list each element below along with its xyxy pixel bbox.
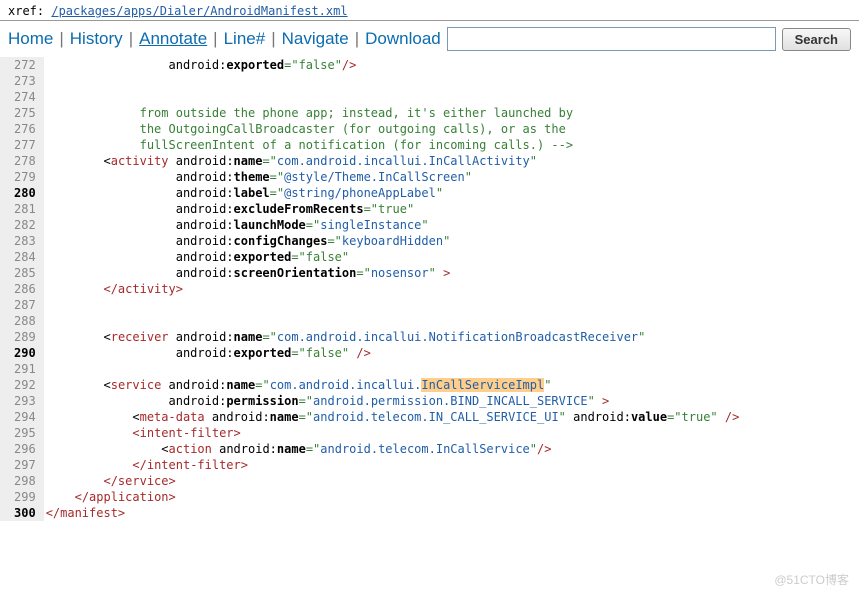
code-line: from outside the phone app; instead, it'…: [46, 105, 740, 121]
code-line: android:configChanges="keyboardHidden": [46, 233, 740, 249]
code-line: <meta-data android:name="android.telecom…: [46, 409, 740, 425]
line-number[interactable]: 293: [14, 393, 36, 409]
code-line: android:exported="false" />: [46, 345, 740, 361]
search-input[interactable]: [447, 27, 776, 51]
code-view: 2722732742752762772782792802812822832842…: [0, 57, 859, 521]
line-number[interactable]: 281: [14, 201, 36, 217]
line-number[interactable]: 278: [14, 153, 36, 169]
nav-home[interactable]: Home: [8, 29, 53, 49]
code-line: android:exported="false"/>: [46, 57, 740, 73]
xref-label: xref: [8, 4, 37, 18]
line-number[interactable]: 294: [14, 409, 36, 425]
line-number[interactable]: 273: [14, 73, 36, 89]
code-line: </manifest>: [46, 505, 740, 521]
line-number[interactable]: 274: [14, 89, 36, 105]
code-line: <receiver android:name="com.android.inca…: [46, 329, 740, 345]
code-line: android:excludeFromRecents="true": [46, 201, 740, 217]
line-number[interactable]: 280: [14, 185, 36, 201]
nav-navigate[interactable]: Navigate: [282, 29, 349, 49]
code-line: </activity>: [46, 281, 740, 297]
code-line: android:launchMode="singleInstance": [46, 217, 740, 233]
code-line: [46, 313, 740, 329]
line-number[interactable]: 284: [14, 249, 36, 265]
line-number[interactable]: 286: [14, 281, 36, 297]
code-line: </application>: [46, 489, 740, 505]
file-path[interactable]: /packages/apps/Dialer/AndroidManifest.xm…: [51, 4, 347, 18]
line-number[interactable]: 279: [14, 169, 36, 185]
line-number[interactable]: 300: [14, 505, 36, 521]
code-line: [46, 73, 740, 89]
line-number[interactable]: 291: [14, 361, 36, 377]
code-line: <service android:name="com.android.incal…: [46, 377, 740, 393]
search-button[interactable]: Search: [782, 28, 851, 51]
line-number-gutter: 2722732742752762772782792802812822832842…: [0, 57, 44, 521]
line-number[interactable]: 295: [14, 425, 36, 441]
nav-lineno[interactable]: Line#: [224, 29, 266, 49]
breadcrumb: xref: /packages/apps/Dialer/AndroidManif…: [0, 0, 859, 21]
line-number[interactable]: 282: [14, 217, 36, 233]
code-line: android:permission="android.permission.B…: [46, 393, 740, 409]
line-number[interactable]: 283: [14, 233, 36, 249]
line-number[interactable]: 287: [14, 297, 36, 313]
code-line: </intent-filter>: [46, 457, 740, 473]
code-line: [46, 297, 740, 313]
code-line: </service>: [46, 473, 740, 489]
code-line: [46, 89, 740, 105]
line-number[interactable]: 296: [14, 441, 36, 457]
line-number[interactable]: 272: [14, 57, 36, 73]
line-number[interactable]: 275: [14, 105, 36, 121]
line-number[interactable]: 298: [14, 473, 36, 489]
toolbar: Home| History| Annotate| Line#| Navigate…: [0, 21, 859, 57]
code-line: fullScreenIntent of a notification (for …: [46, 137, 740, 153]
line-number[interactable]: 276: [14, 121, 36, 137]
code-line: <intent-filter>: [46, 425, 740, 441]
nav-annotate[interactable]: Annotate: [139, 29, 207, 49]
code-line: <activity android:name="com.android.inca…: [46, 153, 740, 169]
code-line: android:screenOrientation="nosensor" >: [46, 265, 740, 281]
line-number[interactable]: 292: [14, 377, 36, 393]
line-number[interactable]: 297: [14, 457, 36, 473]
code-line: android:theme="@style/Theme.InCallScreen…: [46, 169, 740, 185]
nav-history[interactable]: History: [70, 29, 123, 49]
code-line: android:exported="false": [46, 249, 740, 265]
line-number[interactable]: 289: [14, 329, 36, 345]
line-number[interactable]: 277: [14, 137, 36, 153]
line-number[interactable]: 285: [14, 265, 36, 281]
source-code: android:exported="false"/> from outside …: [44, 57, 740, 521]
watermark: @51CTO博客: [774, 571, 849, 588]
code-line: the OutgoingCallBroadcaster (for outgoin…: [46, 121, 740, 137]
nav-download[interactable]: Download: [365, 29, 441, 49]
code-line: [46, 361, 740, 377]
code-line: android:label="@string/phoneAppLabel": [46, 185, 740, 201]
line-number[interactable]: 290: [14, 345, 36, 361]
line-number[interactable]: 299: [14, 489, 36, 505]
code-line: <action android:name="android.telecom.In…: [46, 441, 740, 457]
line-number[interactable]: 288: [14, 313, 36, 329]
